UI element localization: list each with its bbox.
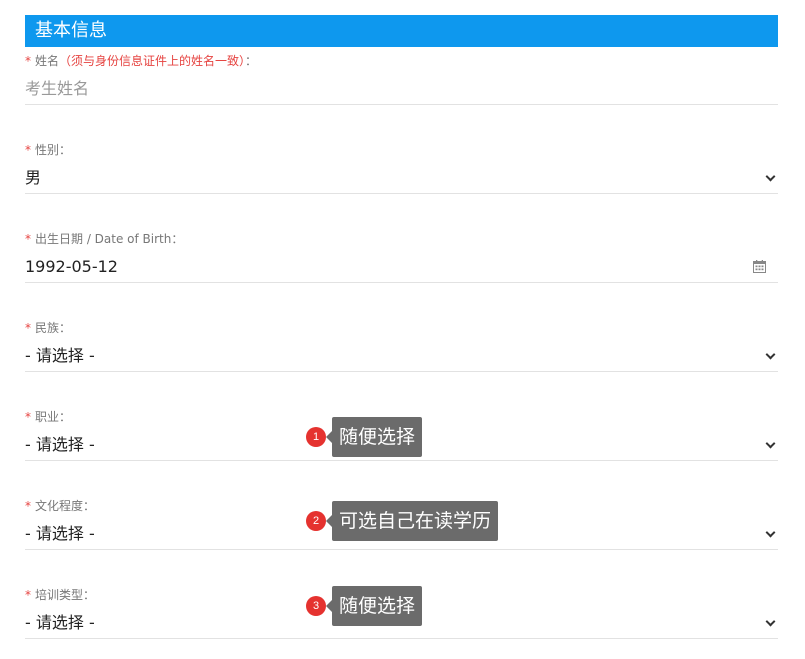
annotation-1: 1 随便选择 [306, 417, 423, 457]
required-marker: * [25, 54, 31, 68]
chevron-down-icon [765, 616, 776, 627]
birth-date-input[interactable]: 1992-05-12 [25, 250, 778, 283]
gender-select[interactable]: 男 [25, 161, 778, 194]
education-label-text: 文化程度： [35, 499, 96, 513]
name-label-suffix: ： [245, 54, 258, 68]
chevron-down-icon [765, 527, 776, 538]
occupation-label-text: 职业： [35, 410, 72, 424]
name-label-note: （须与身份信息证件上的姓名一致） [59, 54, 246, 68]
name-input[interactable]: 考生姓名 [25, 72, 778, 105]
required-marker: * [25, 410, 31, 424]
required-marker: * [25, 588, 31, 602]
ethnicity-label-text: 民族： [35, 321, 72, 335]
training-type-label-text: 培训类型： [35, 588, 96, 602]
occupation-value: - 请选择 - [25, 435, 95, 454]
required-marker: * [25, 232, 31, 246]
ethnicity-field: * 民族： - 请选择 - [25, 319, 778, 372]
training-type-value: - 请选择 - [25, 613, 95, 632]
chevron-down-icon [765, 349, 776, 360]
ethnicity-value: - 请选择 - [25, 346, 95, 365]
education-value: - 请选择 - [25, 524, 95, 543]
chevron-down-icon [765, 438, 776, 449]
annotation-badge: 3 [306, 596, 326, 616]
name-label: * 姓名（须与身份信息证件上的姓名一致）： [25, 52, 778, 70]
birth-date-field: * 出生日期 / Date of Birth： 1992-05-12 [25, 230, 778, 283]
name-label-text: 姓名 [35, 54, 60, 68]
annotation-tooltip: 可选自己在读学历 [325, 501, 499, 541]
gender-field: * 性别： 男 [25, 141, 778, 194]
gender-label: * 性别： [25, 141, 778, 159]
name-field: * 姓名（须与身份信息证件上的姓名一致）： 考生姓名 [25, 52, 778, 105]
required-marker: * [25, 499, 31, 513]
required-marker: * [25, 321, 31, 335]
gender-label-text: 性别： [35, 143, 72, 157]
annotation-3: 3 随便选择 [306, 586, 423, 626]
gender-value: 男 [25, 168, 42, 187]
annotation-2: 2 可选自己在读学历 [306, 501, 499, 541]
annotation-tooltip: 随便选择 [325, 586, 423, 626]
section-title: 基本信息 [25, 15, 778, 47]
ethnicity-select[interactable]: - 请选择 - [25, 339, 778, 372]
annotation-badge: 2 [306, 511, 326, 531]
annotation-tooltip: 随便选择 [325, 417, 423, 457]
calendar-icon[interactable] [753, 260, 766, 273]
annotation-badge: 1 [306, 427, 326, 447]
ethnicity-label: * 民族： [25, 319, 778, 337]
birth-date-label-text: 出生日期 / Date of Birth： [35, 232, 184, 246]
birth-date-value: 1992-05-12 [25, 257, 118, 276]
chevron-down-icon [765, 171, 776, 182]
birth-date-label: * 出生日期 / Date of Birth： [25, 230, 778, 248]
required-marker: * [25, 143, 31, 157]
